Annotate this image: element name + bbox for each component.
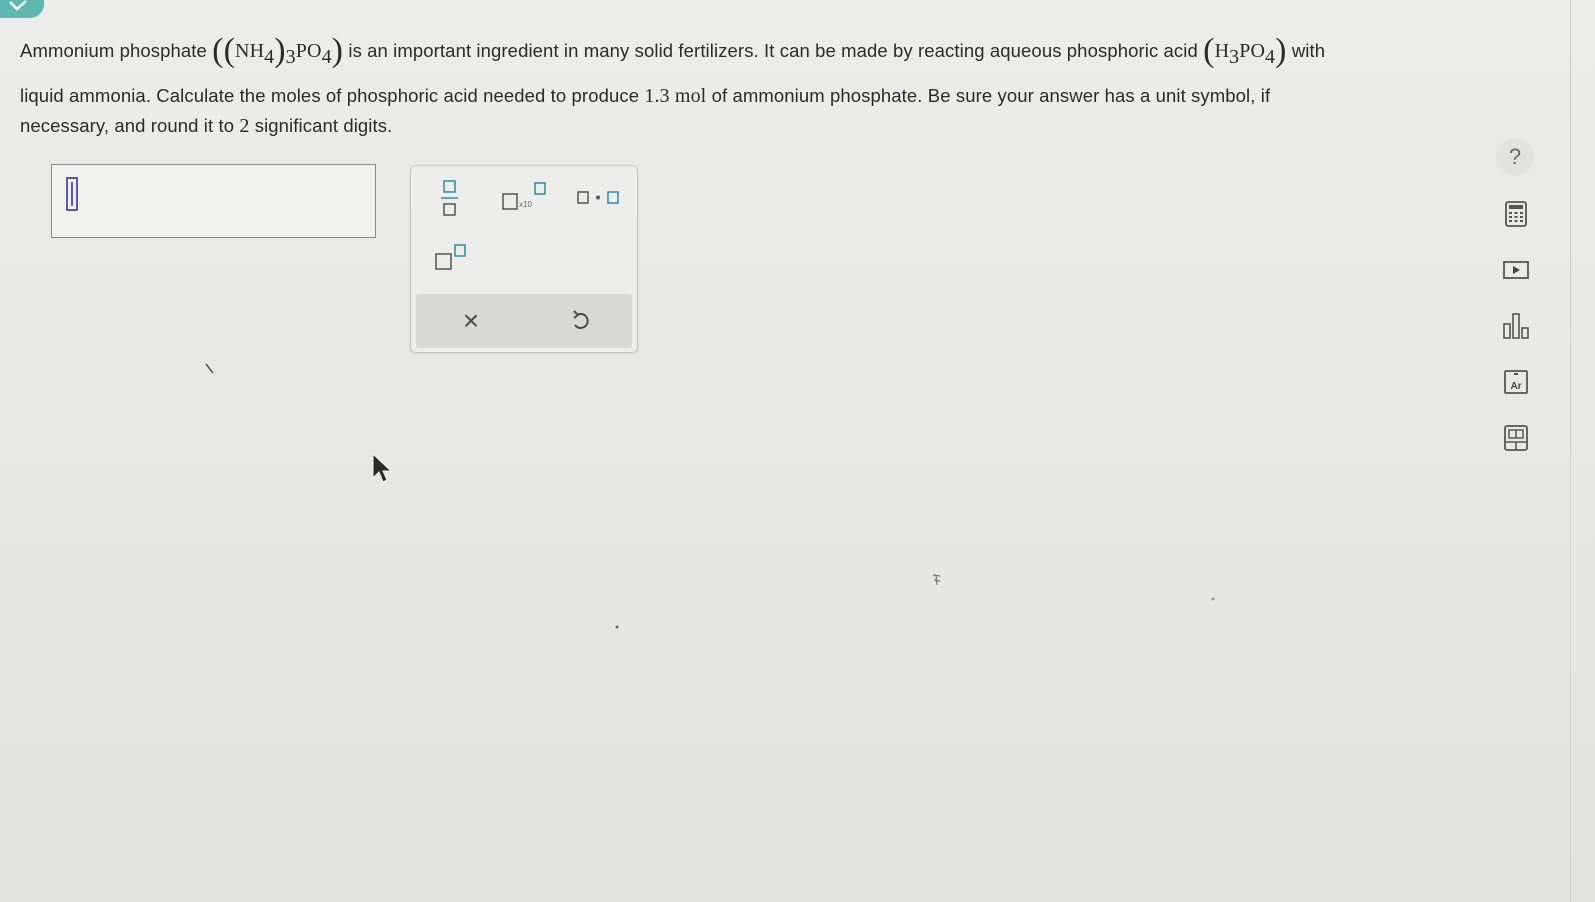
math-palette: x10 × <box>410 165 638 353</box>
fraction-icon[interactable] <box>437 178 463 223</box>
sci-label: x10 <box>519 200 532 209</box>
help-icon: ? <box>1496 138 1534 176</box>
periodic-table-button[interactable]: Ar <box>1496 362 1536 402</box>
amount-value: 1.3 <box>644 85 670 107</box>
answer-input[interactable] <box>51 164 376 238</box>
clear-button[interactable]: × <box>456 305 486 336</box>
question-text: Ammonium phosphate ((NH4)3PO4) is an imp… <box>20 28 1440 140</box>
formula-part: PO <box>1239 40 1266 62</box>
data-table-icon <box>1504 425 1528 451</box>
undo-button[interactable] <box>566 308 596 334</box>
phosphoric-acid-formula: (H3PO4) <box>1203 32 1287 69</box>
mouse-cursor-icon <box>372 452 393 483</box>
sig-digits-value: 2 <box>239 115 250 137</box>
data-table-button[interactable] <box>1496 418 1536 458</box>
formula-subscript: 4 <box>1265 46 1276 68</box>
close-icon: × <box>462 305 480 336</box>
formula-subscript: 4 <box>321 46 332 68</box>
scientific-notation-icon[interactable]: x10 <box>499 180 549 219</box>
question-line-3: necessary, and round it to 2 significant… <box>20 112 1440 140</box>
data-chart-button[interactable] <box>1496 306 1536 346</box>
formula-subscript: 3 <box>285 46 296 68</box>
formula-part: PO <box>295 40 322 62</box>
screen-speck <box>615 625 619 629</box>
calculator-button[interactable] <box>1496 194 1536 234</box>
undo-icon <box>573 310 589 329</box>
question-line-2: liquid ammonia. Calculate the moles of p… <box>20 82 1440 110</box>
help-button[interactable]: ? <box>1496 138 1536 178</box>
question-text-segment: liquid ammonia. Calculate the moles of p… <box>20 85 640 106</box>
question-text-segment: Ammonium phosphate <box>20 40 207 61</box>
ammonium-phosphate-formula: ((NH4)3PO4) <box>212 32 344 69</box>
video-play-icon <box>1503 261 1529 279</box>
video-button[interactable] <box>1496 250 1536 290</box>
question-text-segment: with <box>1291 40 1326 61</box>
superscript-icon[interactable] <box>433 240 473 281</box>
input-slot-cursor <box>66 177 78 211</box>
formula-part: NH <box>235 40 265 62</box>
question-line-1: Ammonium phosphate ((NH4)3PO4) is an imp… <box>20 28 1440 80</box>
completion-badge <box>0 0 44 18</box>
amount-unit: mol <box>674 85 707 107</box>
screen-speck <box>932 574 941 586</box>
question-text-segment: significant digits. <box>254 115 393 136</box>
periodic-symbol: Ar <box>1510 381 1521 392</box>
formula-subscript: 3 <box>1229 46 1240 68</box>
question-text-segment: of ammonium phosphate. Be sure your answ… <box>711 85 1271 106</box>
palette-action-bar: × <box>416 294 632 348</box>
check-icon <box>9 0 27 11</box>
multiply-dot-icon[interactable] <box>573 184 623 215</box>
screen-speck <box>1211 597 1215 601</box>
question-text-segment: is an important ingredient in many solid… <box>348 40 1198 61</box>
screen-speck <box>205 363 214 374</box>
periodic-table-icon: Ar <box>1504 370 1528 394</box>
calculator-icon <box>1505 201 1527 227</box>
formula-part: H <box>1214 40 1230 62</box>
question-text-segment: necessary, and round it to <box>20 115 235 136</box>
bar-chart-icon <box>1503 313 1529 339</box>
formula-subscript: 4 <box>264 46 275 68</box>
panel-divider <box>1570 0 1571 902</box>
